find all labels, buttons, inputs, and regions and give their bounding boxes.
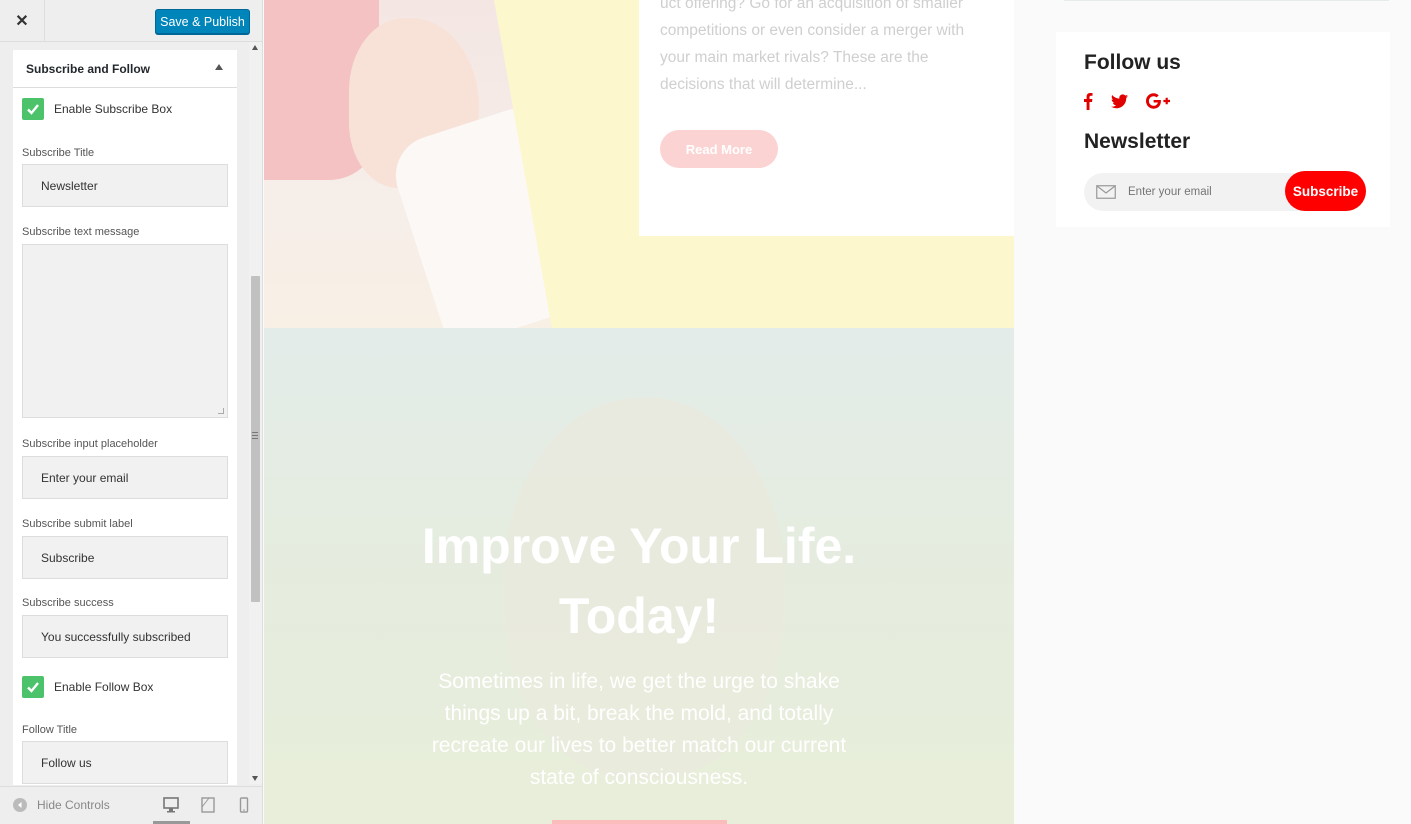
- follow-title: Follow us: [1084, 51, 1181, 74]
- customizer-footer: Hide Controls: [0, 786, 262, 824]
- subscribe-follow-widget: Follow us Newsletter Subscribe: [1056, 32, 1390, 227]
- customizer-sidebar: ✕ Save & Publish Subscribe and Follow En…: [0, 0, 263, 824]
- featured-post-section: uct offering? Go for an acquisition of s…: [264, 0, 1014, 328]
- follow-title-label: Follow Title: [22, 724, 78, 736]
- enable-subscribe-row[interactable]: Enable Subscribe Box: [22, 98, 172, 120]
- site-preview: uct offering? Go for an acquisition of s…: [264, 0, 1411, 824]
- twitter-icon[interactable]: [1111, 93, 1128, 109]
- envelope-icon: [1096, 185, 1116, 204]
- subscribe-success-label: Subscribe success: [22, 597, 114, 609]
- hero-text: Sometimes in life, we get the urge to sh…: [431, 670, 847, 789]
- hero-title: Improve Your Life. Today!: [421, 518, 857, 644]
- subscribe-submit-input[interactable]: [22, 536, 228, 579]
- hero-section: Improve Your Life. Today! Sometimes in l…: [264, 328, 1014, 824]
- subscribe-text-label: Subscribe text message: [22, 226, 140, 238]
- mobile-icon[interactable]: [234, 795, 254, 815]
- enable-subscribe-checkbox[interactable]: [22, 98, 44, 120]
- subscribe-success-input[interactable]: [22, 615, 228, 658]
- facebook-icon[interactable]: [1083, 92, 1093, 110]
- subscribe-placeholder-input[interactable]: [22, 456, 228, 499]
- checkmark-icon: [27, 104, 39, 115]
- scroll-down-icon[interactable]: [252, 776, 258, 781]
- enable-follow-label: Enable Follow Box: [54, 680, 154, 694]
- post-card: uct offering? Go for an acquisition of s…: [639, 0, 1014, 236]
- divider: [1064, 0, 1389, 1]
- read-more-button[interactable]: Read More: [660, 130, 778, 168]
- enable-follow-row[interactable]: Enable Follow Box: [22, 676, 153, 698]
- hide-controls-label: Hide Controls: [37, 798, 110, 812]
- collapse-left-icon: [13, 798, 27, 812]
- newsletter-form: Subscribe: [1084, 171, 1366, 211]
- sidebar-resize-handle-icon[interactable]: [252, 432, 258, 442]
- enable-follow-checkbox[interactable]: [22, 676, 44, 698]
- hero-cta-button[interactable]: [552, 820, 727, 824]
- newsletter-subscribe-button[interactable]: Subscribe: [1285, 171, 1366, 211]
- enable-subscribe-label: Enable Subscribe Box: [54, 102, 173, 116]
- customizer-header: ✕ Save & Publish: [0, 0, 262, 42]
- social-links: [1083, 92, 1188, 110]
- desktop-icon[interactable]: [161, 795, 181, 815]
- tablet-icon[interactable]: [198, 795, 218, 815]
- post-excerpt: uct offering? Go for an acquisition of s…: [660, 0, 965, 93]
- checkmark-icon: [27, 682, 39, 693]
- controls-scrollbar[interactable]: [249, 42, 262, 784]
- google-plus-icon[interactable]: [1146, 93, 1170, 109]
- subscribe-title-input[interactable]: [22, 164, 228, 207]
- controls-panel: Subscribe and Follow Enable Subscribe Bo…: [13, 50, 237, 785]
- resize-handle-icon[interactable]: [218, 408, 224, 414]
- collapse-arrow-icon[interactable]: [215, 64, 223, 70]
- save-publish-button[interactable]: Save & Publish: [155, 9, 250, 34]
- subscribe-submit-label: Subscribe submit label: [22, 518, 133, 530]
- scroll-up-icon[interactable]: [252, 45, 258, 50]
- subscribe-title-label: Subscribe Title: [22, 147, 95, 159]
- hide-controls-button[interactable]: Hide Controls: [13, 798, 110, 812]
- newsletter-title: Newsletter: [1084, 130, 1191, 153]
- subscribe-placeholder-label: Subscribe input placeholder: [22, 438, 158, 450]
- section-header[interactable]: Subscribe and Follow: [13, 50, 237, 88]
- subscribe-text-textarea[interactable]: [22, 244, 228, 418]
- close-customizer-button[interactable]: ✕: [0, 0, 45, 42]
- section-title: Subscribe and Follow: [26, 61, 151, 76]
- newsletter-email-input[interactable]: [1128, 173, 1283, 211]
- follow-title-input[interactable]: [22, 741, 228, 784]
